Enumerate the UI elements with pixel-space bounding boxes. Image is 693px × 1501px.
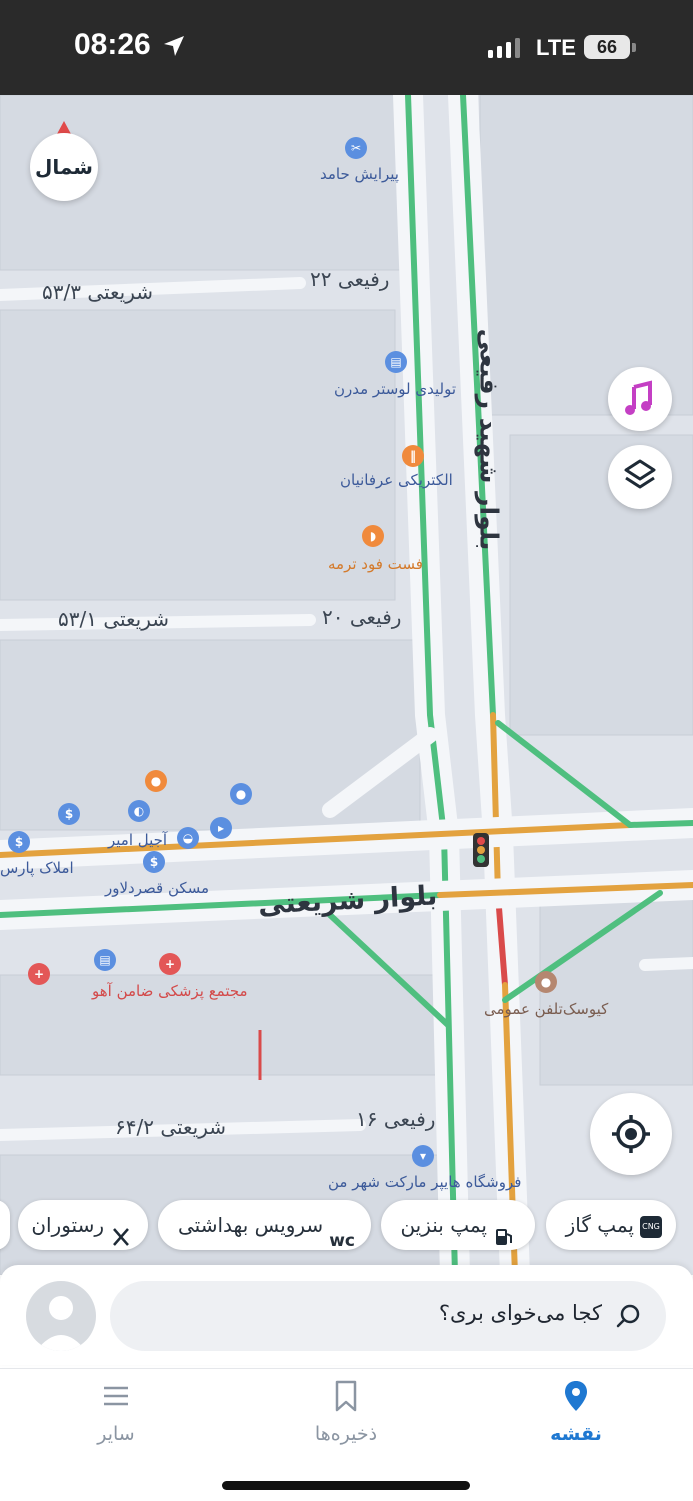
cng-icon: CNG <box>640 1215 662 1238</box>
place-label[interactable]: فست فود ترمه <box>328 555 423 573</box>
crosshair-icon <box>612 1115 650 1153</box>
chip-gas-station[interactable]: CNGپمپ گاز <box>546 1200 676 1250</box>
place-label[interactable]: مسکن قصردلاور <box>105 879 209 897</box>
restaurant-icon <box>110 1216 132 1246</box>
traffic-light-icon <box>473 833 489 867</box>
poi-icon[interactable]: ▾ <box>412 1145 434 1167</box>
place-label[interactable]: تولیدی لوستر مدرن <box>334 380 456 398</box>
poi-icon[interactable]: + <box>28 963 50 985</box>
poi-icon[interactable]: ◗ <box>362 525 384 547</box>
wc-icon: wc <box>329 1230 355 1251</box>
chip-restroom[interactable]: wcسرویس بهداشتی <box>158 1200 371 1251</box>
network-type: LTE <box>536 35 576 60</box>
layers-button[interactable] <box>608 445 672 509</box>
poi-icon[interactable]: $ <box>58 803 80 825</box>
category-chips: CNGپمپ گاز پمپ بنزین wcسرویس بهداشتی رست… <box>0 1200 693 1252</box>
status-time: 08:26 <box>74 28 151 61</box>
menu-icon <box>104 1386 128 1406</box>
place-label[interactable]: آجیل امیر <box>108 831 167 849</box>
street-label: شریعتی ۶۴/۲ <box>115 1115 227 1139</box>
street-label-boulevard: بلوار شهید رفیعی <box>474 328 504 551</box>
battery-tip <box>632 43 636 52</box>
search-icon <box>616 1304 640 1328</box>
poi-icon[interactable]: $ <box>143 851 165 873</box>
poi-icon[interactable]: ● <box>145 770 167 792</box>
poi-icon[interactable]: ● <box>535 971 557 993</box>
street-label: رفیعی ۱۶ <box>356 1107 436 1131</box>
location-arrow-icon <box>164 36 184 56</box>
street-label: شریعتی ۵۳/۱ <box>58 607 170 631</box>
my-location-button[interactable] <box>590 1093 672 1175</box>
place-label[interactable]: کیوسک‌تلفن عمومی <box>484 1000 608 1018</box>
layers-icon <box>624 459 656 489</box>
street-label: رفیعی ۲۰ <box>322 605 402 629</box>
fuel-pump-icon <box>493 1216 515 1245</box>
poi-icon[interactable]: ● <box>230 783 252 805</box>
user-avatar-icon <box>36 1296 86 1351</box>
map-pin-icon <box>565 1381 587 1411</box>
tab-more[interactable]: سایر <box>56 1379 176 1445</box>
search-placeholder: کجا می‌خوای بری؟ <box>438 1301 602 1325</box>
poi-icon[interactable]: ◒ <box>177 827 199 849</box>
music-note-icon <box>625 380 652 415</box>
poi-icon[interactable]: ‖ <box>402 445 424 467</box>
music-button[interactable] <box>608 367 672 431</box>
bottom-nav: نقشه ذخیره‌ها سایر <box>0 1368 693 1501</box>
place-label[interactable]: الکتریکی عرفانیان <box>340 471 453 489</box>
street-label: رفیعی ۲۲ <box>310 267 390 291</box>
chip-fuel-station[interactable]: پمپ بنزین <box>381 1200 535 1250</box>
status-bar: 08:26 LTE 66 <box>0 0 693 95</box>
compass-button[interactable]: شمال <box>30 133 98 201</box>
poi-icon[interactable]: ▸ <box>210 817 232 839</box>
chip-partial[interactable] <box>0 1200 10 1250</box>
search-sheet: کجا می‌خوای بری؟ <box>0 1265 693 1365</box>
poi-icon[interactable]: ▤ <box>94 949 116 971</box>
home-indicator[interactable] <box>222 1481 470 1490</box>
place-label[interactable]: مجتمع پزشکی ضامن آهو <box>92 982 248 1000</box>
avatar[interactable] <box>26 1281 96 1351</box>
poi-icon[interactable]: $ <box>8 831 30 853</box>
poi-icon[interactable]: ◐ <box>128 800 150 822</box>
map-view[interactable]: شریعتی ۵۳/۳ رفیعی ۲۲ شریعتی ۵۳/۱ رفیعی ۲… <box>0 95 693 1275</box>
tab-map[interactable]: نقشه <box>516 1379 636 1445</box>
bookmark-icon <box>335 1380 357 1412</box>
poi-icon[interactable]: ✂ <box>345 137 367 159</box>
signal-icon <box>488 38 520 58</box>
poi-icon[interactable]: + <box>159 953 181 975</box>
place-label[interactable]: املاک پارس <box>0 859 74 877</box>
chip-restaurant[interactable]: رستوران <box>18 1200 148 1250</box>
poi-icon[interactable]: ▤ <box>385 351 407 373</box>
place-label[interactable]: فروشگاه هایپر مارکت شهر من <box>328 1173 521 1191</box>
tab-saved[interactable]: ذخیره‌ها <box>286 1379 406 1445</box>
place-label[interactable]: پیرایش حامد <box>320 165 399 183</box>
street-label: شریعتی ۵۳/۳ <box>42 280 154 304</box>
battery-indicator: 66 <box>584 35 630 59</box>
search-input[interactable]: کجا می‌خوای بری؟ <box>110 1281 666 1351</box>
